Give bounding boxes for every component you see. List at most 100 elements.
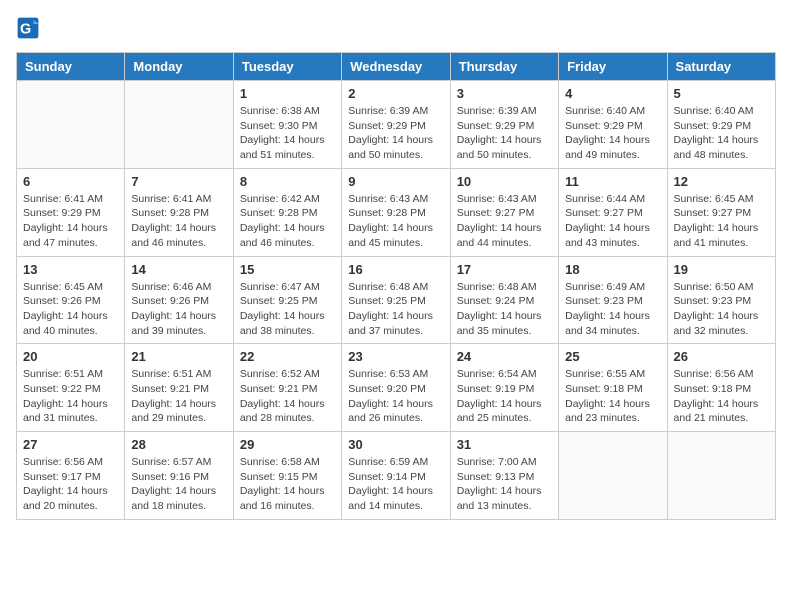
day-number: 1 [240,86,335,101]
calendar-cell: 20 Sunrise: 6:51 AMSunset: 9:22 PMDayligh… [17,344,125,432]
day-number: 17 [457,262,552,277]
calendar-cell [667,432,775,520]
calendar-cell: 3Sunrise: 6:39 AMSunset: 9:29 PMDaylight… [450,81,558,169]
calendar-cell: 12 Sunrise: 6:45 AMSunset: 9:27 PMDayligh… [667,168,775,256]
calendar-week-row: 13 Sunrise: 6:45 AMSunset: 9:26 PMDayligh… [17,256,776,344]
day-number: 19 [674,262,769,277]
day-info: Sunrise: 6:41 AMSunset: 9:28 PMDaylight:… [131,192,226,251]
calendar-cell [125,81,233,169]
day-number: 2 [348,86,443,101]
day-number: 8 [240,174,335,189]
calendar-cell: 1 Sunrise: 6:38 AMSunset: 9:30 PMDaylight… [233,81,341,169]
day-info: Sunrise: 6:45 AMSunset: 9:26 PMDaylight:… [23,280,118,339]
day-number: 13 [23,262,118,277]
logo-icon: G [16,16,40,40]
day-info: Sunrise: 6:53 AMSunset: 9:20 PMDaylight:… [348,367,443,426]
calendar-cell: 14 Sunrise: 6:46 AMSunset: 9:26 PMDayligh… [125,256,233,344]
day-info: Sunrise: 6:46 AMSunset: 9:26 PMDaylight:… [131,280,226,339]
day-info: Sunrise: 6:40 AMSunset: 9:29 PMDaylight:… [565,104,660,163]
calendar-cell: 2 Sunrise: 6:39 AMSunset: 9:29 PMDaylight… [342,81,450,169]
weekday-header-monday: Monday [125,53,233,81]
day-number: 27 [23,437,118,452]
day-info: Sunrise: 6:48 AMSunset: 9:25 PMDaylight:… [348,280,443,339]
day-info: Sunrise: 7:00 AMSunset: 9:13 PMDaylight:… [457,455,552,514]
day-info: Sunrise: 6:38 AMSunset: 9:30 PMDaylight:… [240,104,335,163]
day-number: 26 [674,349,769,364]
calendar-cell: 7 Sunrise: 6:41 AMSunset: 9:28 PMDaylight… [125,168,233,256]
day-number: 6 [23,174,118,189]
day-number: 10 [457,174,552,189]
day-info: Sunrise: 6:48 AMSunset: 9:24 PMDaylight:… [457,280,552,339]
calendar-week-row: 20 Sunrise: 6:51 AMSunset: 9:22 PMDayligh… [17,344,776,432]
day-info: Sunrise: 6:39 AMSunset: 9:29 PMDaylight:… [348,104,443,163]
day-number: 22 [240,349,335,364]
calendar-cell: 26Sunrise: 6:56 AMSunset: 9:18 PMDayligh… [667,344,775,432]
day-info: Sunrise: 6:39 AMSunset: 9:29 PMDaylight:… [457,104,552,163]
weekday-header-friday: Friday [559,53,667,81]
day-number: 11 [565,174,660,189]
calendar-week-row: 1 Sunrise: 6:38 AMSunset: 9:30 PMDaylight… [17,81,776,169]
calendar-cell: 29 Sunrise: 6:58 AMSunset: 9:15 PMDayligh… [233,432,341,520]
day-number: 7 [131,174,226,189]
calendar-cell: 21 Sunrise: 6:51 AMSunset: 9:21 PMDayligh… [125,344,233,432]
day-info: Sunrise: 6:51 AMSunset: 9:21 PMDaylight:… [131,367,226,426]
day-number: 9 [348,174,443,189]
day-info: Sunrise: 6:56 AMSunset: 9:17 PMDaylight:… [23,455,118,514]
calendar-cell: 31 Sunrise: 7:00 AMSunset: 9:13 PMDayligh… [450,432,558,520]
calendar-cell: 15 Sunrise: 6:47 AMSunset: 9:25 PMDayligh… [233,256,341,344]
calendar-cell: 18 Sunrise: 6:49 AMSunset: 9:23 PMDayligh… [559,256,667,344]
day-number: 4 [565,86,660,101]
calendar-cell: 10 Sunrise: 6:43 AMSunset: 9:27 PMDayligh… [450,168,558,256]
day-info: Sunrise: 6:55 AMSunset: 9:18 PMDaylight:… [565,367,660,426]
weekday-header-tuesday: Tuesday [233,53,341,81]
calendar-cell: 9 Sunrise: 6:43 AMSunset: 9:28 PMDaylight… [342,168,450,256]
day-info: Sunrise: 6:58 AMSunset: 9:15 PMDaylight:… [240,455,335,514]
calendar-cell: 23 Sunrise: 6:53 AMSunset: 9:20 PMDayligh… [342,344,450,432]
calendar-cell: 16Sunrise: 6:48 AMSunset: 9:25 PMDayligh… [342,256,450,344]
calendar-week-row: 6 Sunrise: 6:41 AMSunset: 9:29 PMDaylight… [17,168,776,256]
weekday-header-wednesday: Wednesday [342,53,450,81]
calendar-cell: 25Sunrise: 6:55 AMSunset: 9:18 PMDayligh… [559,344,667,432]
day-info: Sunrise: 6:49 AMSunset: 9:23 PMDaylight:… [565,280,660,339]
svg-text:G: G [20,22,31,38]
calendar-cell: 24 Sunrise: 6:54 AMSunset: 9:19 PMDayligh… [450,344,558,432]
day-info: Sunrise: 6:41 AMSunset: 9:29 PMDaylight:… [23,192,118,251]
day-number: 18 [565,262,660,277]
day-info: Sunrise: 6:40 AMSunset: 9:29 PMDaylight:… [674,104,769,163]
day-number: 30 [348,437,443,452]
calendar-cell: 30 Sunrise: 6:59 AMSunset: 9:14 PMDayligh… [342,432,450,520]
day-info: Sunrise: 6:43 AMSunset: 9:28 PMDaylight:… [348,192,443,251]
day-number: 5 [674,86,769,101]
calendar-cell: 13 Sunrise: 6:45 AMSunset: 9:26 PMDayligh… [17,256,125,344]
day-number: 15 [240,262,335,277]
day-info: Sunrise: 6:45 AMSunset: 9:27 PMDaylight:… [674,192,769,251]
calendar-cell: 11 Sunrise: 6:44 AMSunset: 9:27 PMDayligh… [559,168,667,256]
calendar-cell: 6 Sunrise: 6:41 AMSunset: 9:29 PMDaylight… [17,168,125,256]
day-info: Sunrise: 6:51 AMSunset: 9:22 PMDaylight:… [23,367,118,426]
day-number: 14 [131,262,226,277]
day-number: 23 [348,349,443,364]
calendar-cell: 4 Sunrise: 6:40 AMSunset: 9:29 PMDaylight… [559,81,667,169]
page-header: G [16,16,776,40]
day-number: 12 [674,174,769,189]
calendar-cell: 22Sunrise: 6:52 AMSunset: 9:21 PMDayligh… [233,344,341,432]
day-info: Sunrise: 6:47 AMSunset: 9:25 PMDaylight:… [240,280,335,339]
calendar-cell: 28Sunrise: 6:57 AMSunset: 9:16 PMDayligh… [125,432,233,520]
day-number: 31 [457,437,552,452]
day-info: Sunrise: 6:44 AMSunset: 9:27 PMDaylight:… [565,192,660,251]
calendar-cell: 27 Sunrise: 6:56 AMSunset: 9:17 PMDayligh… [17,432,125,520]
calendar-cell [17,81,125,169]
day-number: 29 [240,437,335,452]
day-number: 21 [131,349,226,364]
day-info: Sunrise: 6:59 AMSunset: 9:14 PMDaylight:… [348,455,443,514]
calendar-cell: 8 Sunrise: 6:42 AMSunset: 9:28 PMDaylight… [233,168,341,256]
day-number: 24 [457,349,552,364]
calendar-cell: 5 Sunrise: 6:40 AMSunset: 9:29 PMDaylight… [667,81,775,169]
day-number: 20 [23,349,118,364]
calendar-table: SundayMondayTuesdayWednesdayThursdayFrid… [16,52,776,520]
logo: G [16,16,44,40]
day-info: Sunrise: 6:43 AMSunset: 9:27 PMDaylight:… [457,192,552,251]
day-info: Sunrise: 6:42 AMSunset: 9:28 PMDaylight:… [240,192,335,251]
day-info: Sunrise: 6:54 AMSunset: 9:19 PMDaylight:… [457,367,552,426]
calendar-header-row: SundayMondayTuesdayWednesdayThursdayFrid… [17,53,776,81]
